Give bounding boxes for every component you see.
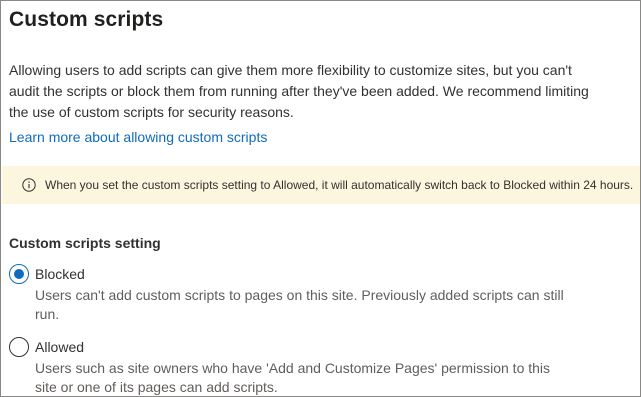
- blocked-label[interactable]: Blocked: [35, 264, 85, 284]
- custom-scripts-setting-label: Custom scripts setting: [9, 235, 161, 251]
- info-icon: [22, 178, 36, 192]
- allowed-label[interactable]: Allowed: [35, 337, 84, 357]
- learn-more-link[interactable]: Learn more about allowing custom scripts: [9, 127, 267, 147]
- custom-scripts-description: Allowing users to add scripts can give t…: [9, 62, 589, 120]
- blocked-description: Users can't add custom scripts to pages …: [35, 287, 564, 322]
- message-bar-text: When you set the custom scripts setting …: [45, 178, 634, 192]
- custom-scripts-panel: Custom scripts Allowing users to add scr…: [0, 0, 641, 397]
- blocked-radio[interactable]: [9, 264, 29, 284]
- warning-message-bar: When you set the custom scripts setting …: [2, 166, 640, 204]
- allowed-radio[interactable]: [9, 337, 29, 357]
- allowed-description: Users such as site owners who have 'Add …: [35, 360, 551, 395]
- page-title: Custom scripts: [9, 8, 164, 31]
